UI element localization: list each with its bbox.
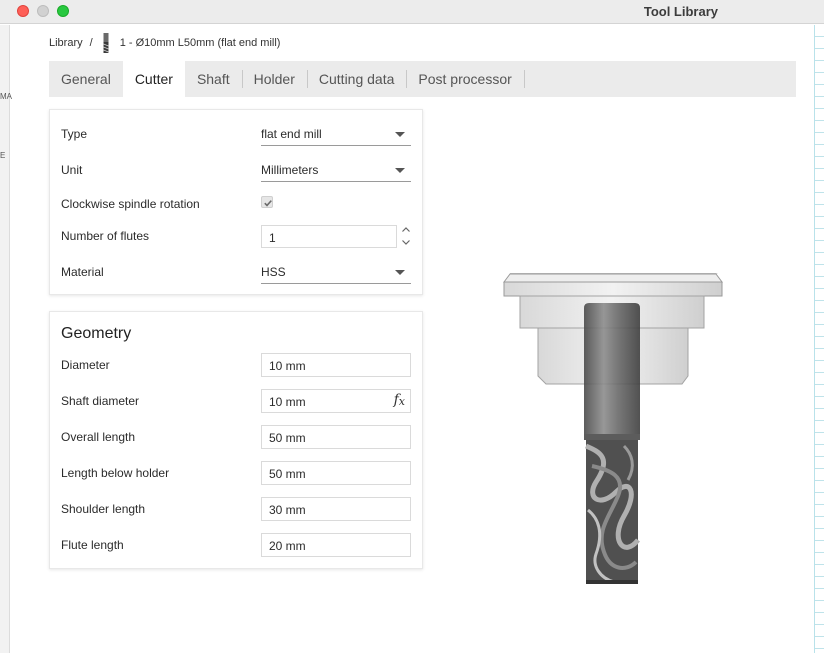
- shoulder-length-input[interactable]: 30 mm: [261, 497, 411, 521]
- breadcrumb-current: 1 - Ø10mm L50mm (flat end mill): [119, 37, 281, 49]
- flutes-value: 1: [269, 231, 276, 245]
- diameter-input[interactable]: 10 mm: [261, 353, 411, 377]
- shoulder-length-label: Shoulder length: [61, 502, 146, 516]
- length-below-holder-row: Length below holder 50 mm: [61, 461, 413, 485]
- length-below-holder-value: 50 mm: [269, 467, 306, 481]
- flute-length-row: Flute length 20 mm: [61, 533, 413, 557]
- title-bar: Tool Library: [0, 0, 824, 24]
- chevron-down-icon: [395, 270, 405, 275]
- diameter-value: 10 mm: [269, 359, 306, 373]
- flute-length-value: 20 mm: [269, 539, 306, 553]
- chevron-down-icon: [395, 168, 405, 173]
- length-below-holder-label: Length below holder: [61, 466, 170, 480]
- clockwise-label: Clockwise spindle rotation: [61, 197, 200, 211]
- material-value: HSS: [261, 265, 286, 279]
- flute-length-input[interactable]: 20 mm: [261, 533, 411, 557]
- diameter-label: Diameter: [61, 358, 110, 372]
- unit-label: Unit: [61, 163, 83, 177]
- breadcrumb-separator: /: [89, 37, 93, 49]
- tab-general[interactable]: General: [49, 61, 123, 97]
- overall-length-label: Overall length: [61, 430, 136, 444]
- tab-holder[interactable]: Holder: [241, 61, 307, 97]
- cutter-panel: Type flat end mill Unit Millimeters Cloc…: [49, 109, 423, 295]
- tab-shaft[interactable]: Shaft: [185, 61, 242, 97]
- fx-icon[interactable]: fx: [394, 392, 405, 408]
- shaft-diameter-label: Shaft diameter: [61, 394, 140, 408]
- overall-length-input[interactable]: 50 mm: [261, 425, 411, 449]
- geometry-title: Geometry: [61, 325, 132, 342]
- clockwise-row: Clockwise spindle rotation: [61, 192, 413, 216]
- shaft-diameter-value: 10 mm: [269, 395, 306, 409]
- stepper-icon[interactable]: [400, 224, 412, 248]
- unit-select[interactable]: Millimeters: [261, 158, 411, 182]
- breadcrumb: Library / 1 - Ø10mm L50mm (flat end mill…: [49, 33, 280, 53]
- overall-length-row: Overall length 50 mm: [61, 425, 413, 449]
- type-row: Type flat end mill: [61, 122, 413, 146]
- end-mill-tool: [584, 303, 640, 584]
- shaft-diameter-input[interactable]: 10 mm fx: [261, 389, 411, 413]
- tab-separator: [523, 70, 525, 88]
- type-value: flat end mill: [261, 127, 322, 141]
- overall-length-value: 50 mm: [269, 431, 306, 445]
- flutes-label: Number of flutes: [61, 229, 150, 243]
- chevron-down-icon: [395, 132, 405, 137]
- tab-cutting-data[interactable]: Cutting data: [306, 61, 407, 97]
- unit-row: Unit Millimeters: [61, 158, 413, 182]
- diameter-row: Diameter 10 mm: [61, 353, 413, 377]
- material-label: Material: [61, 265, 104, 279]
- zoom-window-button[interactable]: [57, 5, 69, 17]
- tool-preview: [503, 273, 723, 584]
- flutes-row: Number of flutes 1: [61, 224, 413, 248]
- length-below-holder-input[interactable]: 50 mm: [261, 461, 411, 485]
- tab-post-processor[interactable]: Post processor: [406, 61, 523, 97]
- shoulder-length-row: Shoulder length 30 mm: [61, 497, 413, 521]
- tab-bar: General Cutter Shaft Holder Cutting data…: [49, 61, 796, 97]
- material-select[interactable]: HSS: [261, 260, 411, 284]
- background-window-edge: MA E: [0, 25, 12, 653]
- end-mill-icon: [103, 33, 109, 53]
- shaft-diameter-row: Shaft diameter 10 mm fx: [61, 389, 413, 413]
- flute-length-label: Flute length: [61, 538, 124, 552]
- shoulder-length-value: 30 mm: [269, 503, 306, 517]
- close-window-button[interactable]: [17, 5, 29, 17]
- tab-cutter[interactable]: Cutter: [122, 61, 185, 97]
- unit-value: Millimeters: [261, 163, 319, 177]
- type-select[interactable]: flat end mill: [261, 122, 411, 146]
- background-grid-edge: [814, 25, 824, 653]
- minimize-window-button[interactable]: [37, 5, 49, 17]
- window-title: Tool Library: [643, 4, 718, 19]
- flutes-input[interactable]: 1: [261, 225, 397, 248]
- clockwise-checkbox[interactable]: [261, 196, 273, 208]
- breadcrumb-library-link[interactable]: Library: [49, 37, 83, 49]
- background-text-fragment: E: [0, 151, 6, 160]
- geometry-panel: Geometry Diameter 10 mm Shaft diameter 1…: [49, 311, 423, 569]
- material-row: Material HSS: [61, 260, 413, 284]
- background-text-fragment: MA: [0, 92, 12, 101]
- checkmark-icon: [264, 200, 272, 207]
- type-label: Type: [61, 127, 88, 141]
